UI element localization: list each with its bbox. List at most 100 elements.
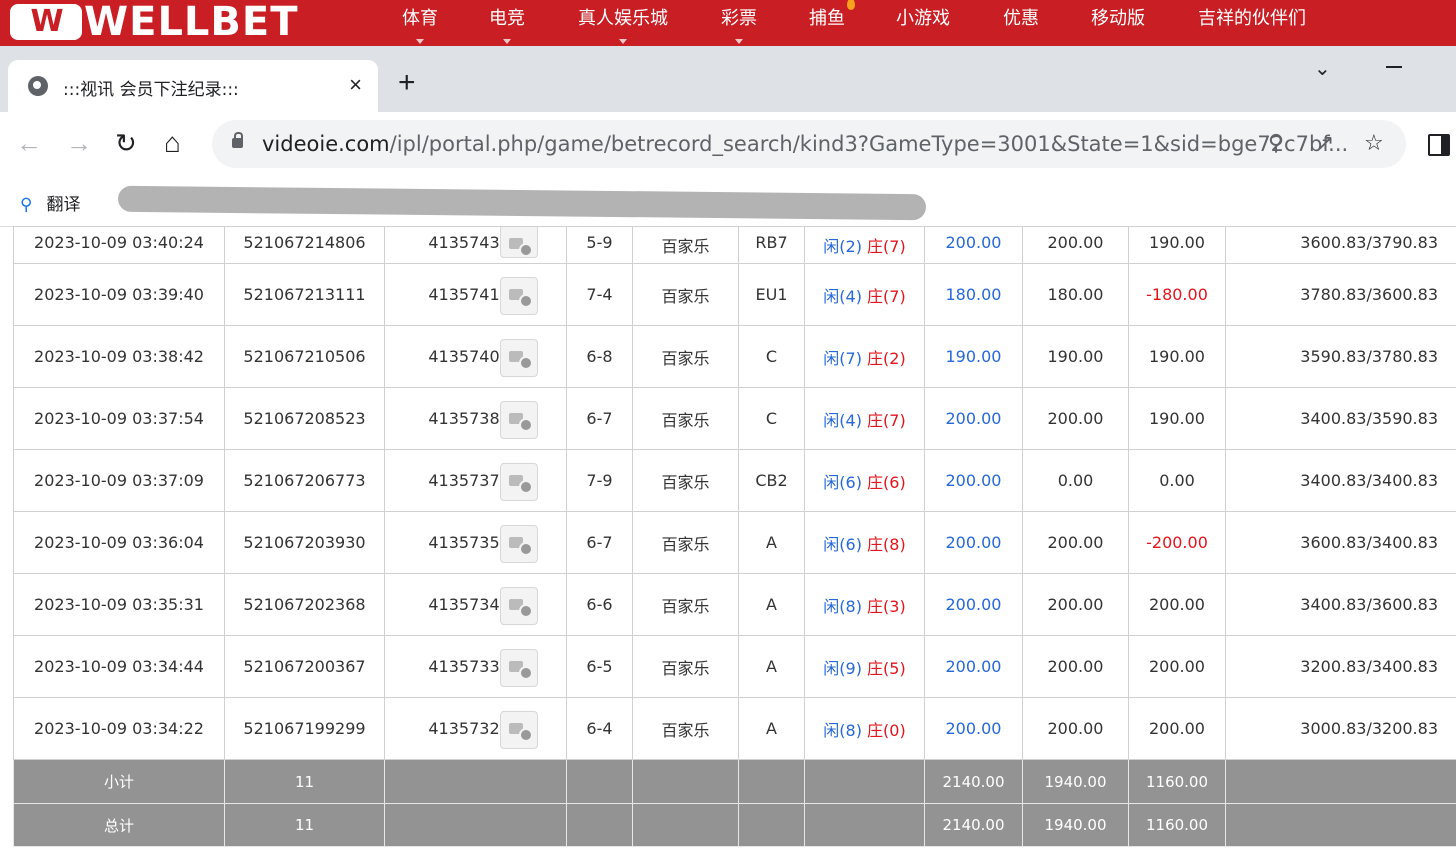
player-score: 闲(6) — [823, 534, 862, 554]
video-replay-icon[interactable] — [500, 710, 538, 749]
video-replay-icon[interactable] — [500, 227, 538, 258]
banker-score: 庄(3) — [867, 596, 906, 616]
game-name: 百家乐 — [632, 511, 739, 574]
new-tab-button[interactable]: + — [398, 68, 416, 98]
empty-cell — [384, 759, 567, 804]
nav-label: 体育 — [402, 8, 438, 29]
video-replay-icon[interactable] — [500, 586, 538, 625]
table-row: 2023-10-09 03:40:24 521067214806 413574327… — [13, 226, 1456, 264]
valid-bet: 200.00 — [1022, 573, 1129, 636]
empty-cell — [804, 759, 925, 804]
win-loss: 200.00 — [1128, 635, 1226, 698]
player-score: 闲(7) — [823, 348, 862, 368]
nav-label: 小游戏 — [896, 8, 950, 29]
nav-esports[interactable]: 电竞 — [489, 0, 525, 46]
video-replay-icon[interactable] — [500, 462, 538, 501]
banker-score: 庄(0) — [867, 720, 906, 740]
address-bar[interactable]: videoie.com/ipl/portal.php/game/betrecor… — [212, 120, 1406, 168]
lock-icon[interactable] — [232, 132, 243, 148]
video-replay-icon[interactable] — [500, 648, 538, 687]
nav-partners[interactable]: 吉祥的伙伴们 — [1198, 0, 1306, 46]
bet-amount: 200.00 — [924, 573, 1023, 636]
nav-sports[interactable]: 体育 — [402, 0, 438, 46]
bookmarks-bar: ⚲ 翻译 — [0, 176, 1456, 227]
game-name: 百家乐 — [632, 325, 739, 388]
video-replay-icon[interactable] — [500, 400, 538, 439]
video-replay-icon[interactable] — [500, 524, 538, 563]
nav-promotions[interactable]: 优惠 — [1003, 0, 1039, 46]
close-icon[interactable]: × — [349, 72, 362, 98]
nav-lottery[interactable]: 彩票 — [721, 0, 757, 46]
table-row: 2023-10-09 03:38:42 521067210506 413574018… — [13, 325, 1456, 388]
tab-title: :::视讯 会员下注纪录::: — [63, 80, 239, 100]
result-cards: 闲(8) 庄(0) — [804, 697, 925, 760]
result-cards: 闲(7) 庄(2) — [804, 325, 925, 388]
table-row: 2023-10-09 03:36:04 521067203930 413573560… — [13, 511, 1456, 574]
subtotal-count: 11 — [224, 759, 385, 804]
win-loss: -180.00 — [1128, 263, 1226, 326]
bet-amount: 200.00 — [924, 387, 1023, 450]
chevron-down-icon — [735, 39, 743, 44]
nav-label: 吉祥的伙伴们 — [1198, 8, 1306, 29]
bet-amount: 200.00 — [924, 449, 1023, 512]
chevron-down-icon — [416, 39, 424, 44]
nav-fishing[interactable]: 捕鱼 — [809, 0, 855, 46]
zoom-icon[interactable]: ⚲ — [1268, 130, 1284, 156]
nav-mobile[interactable]: 移动版 — [1091, 0, 1145, 46]
bookmark-translate[interactable]: ⚲ 翻译 — [20, 190, 80, 215]
hot-flame-icon — [847, 0, 855, 10]
browser-tab[interactable]: :::视讯 会员下注纪录::: × — [8, 60, 378, 112]
nav-mini-games[interactable]: 小游戏 — [896, 0, 950, 46]
reload-icon[interactable]: ↻ — [115, 128, 137, 158]
result-cards: 闲(6) 庄(6) — [804, 449, 925, 512]
nav-live-casino[interactable]: 真人娱乐城 — [578, 0, 668, 46]
valid-bet: 0.00 — [1022, 449, 1129, 512]
win-loss: 190.00 — [1128, 387, 1226, 450]
banker-score: 庄(6) — [867, 472, 906, 492]
video-replay-icon[interactable] — [500, 338, 538, 377]
round-number: 6-6 — [566, 573, 633, 636]
tab-search-chevron-icon[interactable]: ⌄ — [1314, 56, 1331, 81]
side-panel-icon[interactable] — [1428, 134, 1450, 156]
back-arrow-icon[interactable]: ← — [16, 128, 42, 158]
video-replay-icon[interactable] — [500, 276, 538, 315]
total-count: 11 — [224, 803, 385, 847]
empty-cell — [632, 759, 739, 804]
share-icon[interactable]: ↗ — [1316, 130, 1334, 156]
browser-tab-strip: :::视讯 会员下注纪录::: × + ⌄ — [0, 46, 1456, 112]
order-number: 521067203930 — [224, 511, 385, 574]
forward-arrow-icon[interactable]: → — [66, 128, 92, 158]
table-body: 2023-10-09 03:40:24 521067214806 413574327… — [13, 226, 1456, 847]
nav-label: 捕鱼 — [809, 8, 845, 29]
star-icon[interactable]: ☆ — [1364, 130, 1384, 156]
game-name: 百家乐 — [632, 226, 739, 264]
home-icon[interactable]: ⌂ — [164, 128, 181, 158]
empty-cell — [632, 803, 739, 847]
table-code: C — [738, 387, 805, 450]
balance-before-after: 3600.83/3400.83 — [1225, 511, 1456, 574]
wellbet-logo[interactable]: W WELLBET — [10, 2, 299, 42]
total-bet: 2140.00 — [924, 803, 1023, 847]
order-number: 521067210506 — [224, 325, 385, 388]
nav-label: 真人娱乐城 — [578, 8, 668, 29]
total-label: 总计 — [13, 803, 225, 847]
empty-cell — [1225, 759, 1456, 804]
total-result: 1160.00 — [1128, 803, 1226, 847]
redacted-bookmarks — [117, 185, 927, 221]
table-code: CB2 — [738, 449, 805, 512]
valid-bet: 200.00 — [1022, 226, 1129, 264]
player-score: 闲(6) — [823, 472, 862, 492]
round-number: 7-4 — [566, 263, 633, 326]
url-text[interactable]: videoie.com/ipl/portal.php/game/betrecor… — [262, 132, 1348, 156]
result-cards: 闲(4) 庄(7) — [804, 263, 925, 326]
balance-before-after: 3400.83/3400.83 — [1225, 449, 1456, 512]
order-number: 521067202368 — [224, 573, 385, 636]
game-name: 百家乐 — [632, 449, 739, 512]
banker-score: 庄(7) — [867, 237, 906, 256]
table-row: 2023-10-09 03:35:31 521067202368 413573456… — [13, 573, 1456, 636]
minimize-icon[interactable] — [1386, 66, 1402, 68]
bet-number-cell: 413573560 — [384, 511, 567, 574]
search-icon: ⚲ — [20, 195, 33, 215]
bet-record-table: 2023-10-09 03:40:24 521067214806 413574327… — [13, 226, 1456, 848]
player-score: 闲(4) — [823, 410, 862, 430]
